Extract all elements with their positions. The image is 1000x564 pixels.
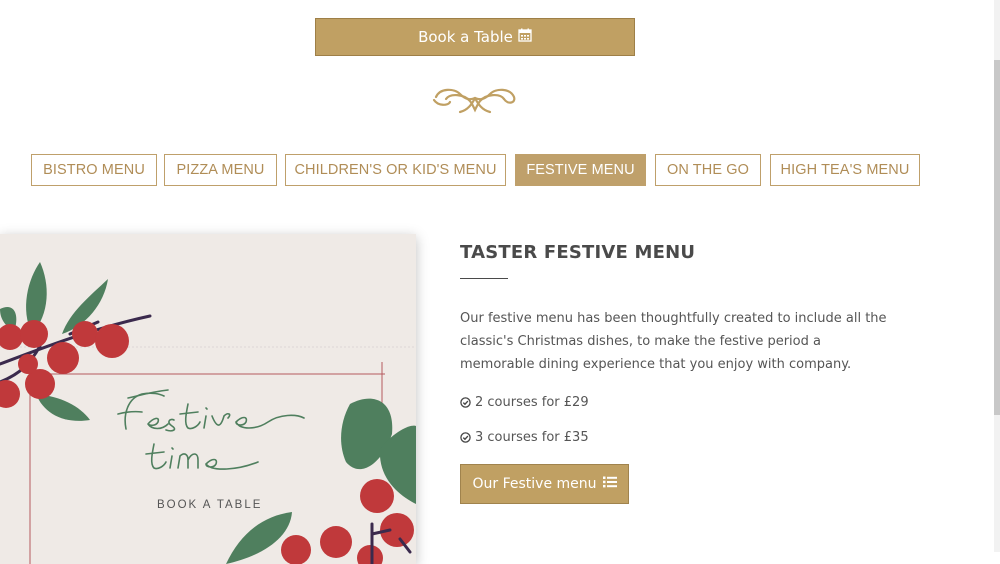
title-divider <box>460 278 508 279</box>
page-scrollbar[interactable] <box>994 0 1000 552</box>
tab-label: ON THE GO <box>666 162 749 178</box>
tab-high-tea-menu[interactable]: HIGH TEA'S MENU <box>770 154 920 186</box>
menu-description: Our festive menu has been thoughtfully c… <box>460 311 887 372</box>
our-festive-menu-button[interactable]: Our Festive menu <box>460 464 629 504</box>
price-line-two-courses: 2 courses for £29 <box>460 395 589 410</box>
book-table-label: Book a Table <box>418 28 513 46</box>
festive-menu-image[interactable]: BOOK A TABLE <box>0 234 416 564</box>
price-text: 3 courses for £35 <box>475 430 589 445</box>
festive-time-script <box>117 389 305 470</box>
list-icon <box>602 476 617 492</box>
tab-label: BISTRO MENU <box>43 162 145 178</box>
tab-label: HIGH TEA'S MENU <box>780 162 910 178</box>
tab-bistro-menu[interactable]: BISTRO MENU <box>31 154 157 186</box>
check-circle-icon <box>460 397 471 408</box>
book-a-table-text: BOOK A TABLE <box>157 499 263 511</box>
scrollbar-thumb[interactable] <box>994 60 1000 415</box>
flourish-ornament-icon <box>432 88 516 114</box>
tab-pizza-menu[interactable]: PIZZA MENU <box>164 154 277 186</box>
tab-label: FESTIVE MENU <box>526 162 635 178</box>
calendar-icon <box>518 28 532 46</box>
price-text: 2 courses for £29 <box>475 395 589 410</box>
tab-label: CHILDREN'S OR KID'S MENU <box>294 162 497 178</box>
tab-childrens-menu[interactable]: CHILDREN'S OR KID'S MENU <box>285 154 506 186</box>
check-circle-icon <box>460 432 471 443</box>
tab-label: PIZZA MENU <box>176 162 265 178</box>
menu-title: TASTER FESTIVE MENU <box>460 242 696 263</box>
price-line-three-courses: 3 courses for £35 <box>460 430 589 445</box>
festive-button-label: Our Festive menu <box>472 476 597 492</box>
tab-on-the-go[interactable]: ON THE GO <box>655 154 761 186</box>
menu-tabs: BISTRO MENU PIZZA MENU CHILDREN'S OR KID… <box>0 154 1000 186</box>
book-table-button[interactable]: Book a Table <box>315 18 635 56</box>
tab-festive-menu[interactable]: FESTIVE MENU <box>515 154 646 186</box>
